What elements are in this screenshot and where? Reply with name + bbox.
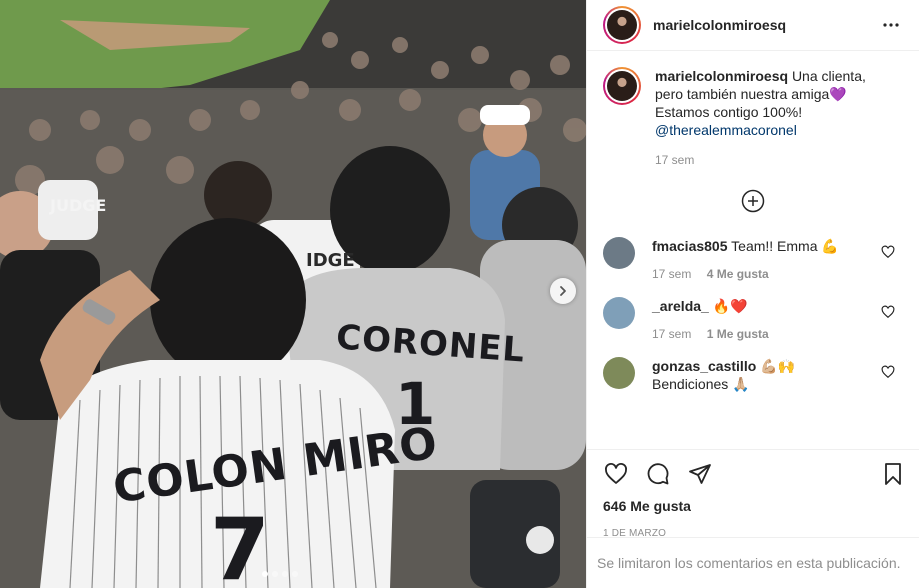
share-icon	[689, 464, 711, 484]
comment-time: 17 sem	[652, 327, 692, 341]
jersey-judge-partial-text: IDGE	[306, 250, 355, 271]
more-options-button[interactable]	[879, 13, 903, 37]
comment-username[interactable]: gonzas_castillo	[652, 358, 756, 374]
caption-username[interactable]: marielcolonmiroesq	[655, 68, 788, 84]
comment-item: fmacias805 Team!! Emma 💪 17 sem 4 Me gus…	[603, 237, 903, 281]
stadium-photo	[0, 0, 586, 588]
comment-item: _arelda_ 🔥❤️ 17 sem 1 Me gusta	[603, 297, 903, 341]
comment-avatar[interactable]	[603, 237, 635, 269]
comment-item: gonzas_castillo 💪🏼🙌 Bendiciones 🙏🏼	[603, 357, 903, 393]
likes-count[interactable]: 646 Me gusta	[603, 498, 903, 514]
caption-avatar[interactable]	[603, 67, 641, 105]
jersey-colon-number: 7	[210, 500, 270, 588]
bookmark-icon	[885, 463, 901, 485]
comment-avatar[interactable]	[603, 357, 635, 389]
comment-likes[interactable]: 1 Me gusta	[707, 327, 769, 341]
comment-like-heart-icon[interactable]	[881, 305, 895, 319]
instagram-post: JUDGE IDGE CORONEL 1 COLON MIRO 7 mariel…	[0, 0, 919, 588]
share-button[interactable]	[687, 461, 713, 487]
like-button[interactable]	[603, 461, 629, 487]
load-more-comments-button[interactable]	[603, 189, 903, 213]
author-avatar-image	[607, 10, 637, 40]
caption-text: marielcolonmiroesq Una clienta, pero tam…	[655, 67, 885, 139]
comment-like-heart-icon[interactable]	[881, 365, 895, 379]
carousel-dot	[262, 571, 268, 577]
comment-text: 🔥❤️	[712, 298, 748, 314]
carousel-next-button[interactable]	[550, 278, 576, 304]
post-actions: 646 Me gusta 1 DE MARZO	[587, 449, 919, 539]
comment-text: Team!! Emma 💪	[731, 238, 839, 254]
author-username[interactable]: marielcolonmiroesq	[653, 17, 879, 33]
comment-text: 💪🏼🙌	[760, 358, 796, 374]
carousel-dot	[282, 571, 288, 577]
comment-username[interactable]: fmacias805	[652, 238, 728, 254]
comments-limited-notice: Se limitaron los comentarios en esta pub…	[587, 537, 919, 588]
save-button[interactable]	[881, 462, 907, 488]
more-horizontal-icon	[883, 23, 899, 27]
comment-like-heart-icon[interactable]	[881, 245, 895, 259]
jersey-judge-text: JUDGE	[50, 196, 107, 215]
comment-text-line2: Bendiciones 🙏🏼	[652, 376, 750, 392]
caption-mention-link[interactable]: @therealemmacoronel	[655, 122, 797, 138]
comment-likes[interactable]: 4 Me gusta	[707, 267, 769, 281]
chevron-right-icon	[560, 286, 566, 296]
comments-section: marielcolonmiroesq Una clienta, pero tam…	[587, 51, 919, 449]
comment-button[interactable]	[645, 461, 671, 487]
carousel-dots	[262, 571, 298, 577]
plus-circle-icon	[741, 189, 765, 213]
post-date: 1 DE MARZO	[603, 528, 667, 539]
comment-icon	[647, 463, 669, 485]
post-photo[interactable]: JUDGE IDGE CORONEL 1 COLON MIRO 7	[0, 0, 586, 588]
caption-avatar-image	[607, 71, 637, 101]
author-avatar[interactable]	[603, 6, 641, 44]
comment-username[interactable]: _arelda_	[652, 298, 709, 314]
post-side-panel: marielcolonmiroesq marielcolonmiroesq Un…	[586, 0, 919, 588]
comment-time: 17 sem	[652, 267, 692, 281]
caption-time: 17 sem	[655, 153, 695, 167]
post-header: marielcolonmiroesq	[587, 0, 919, 51]
carousel-dot	[272, 571, 278, 577]
comment-avatar[interactable]	[603, 297, 635, 329]
carousel-dot	[292, 571, 298, 577]
heart-icon	[605, 463, 627, 484]
caption: marielcolonmiroesq Una clienta, pero tam…	[603, 67, 903, 167]
